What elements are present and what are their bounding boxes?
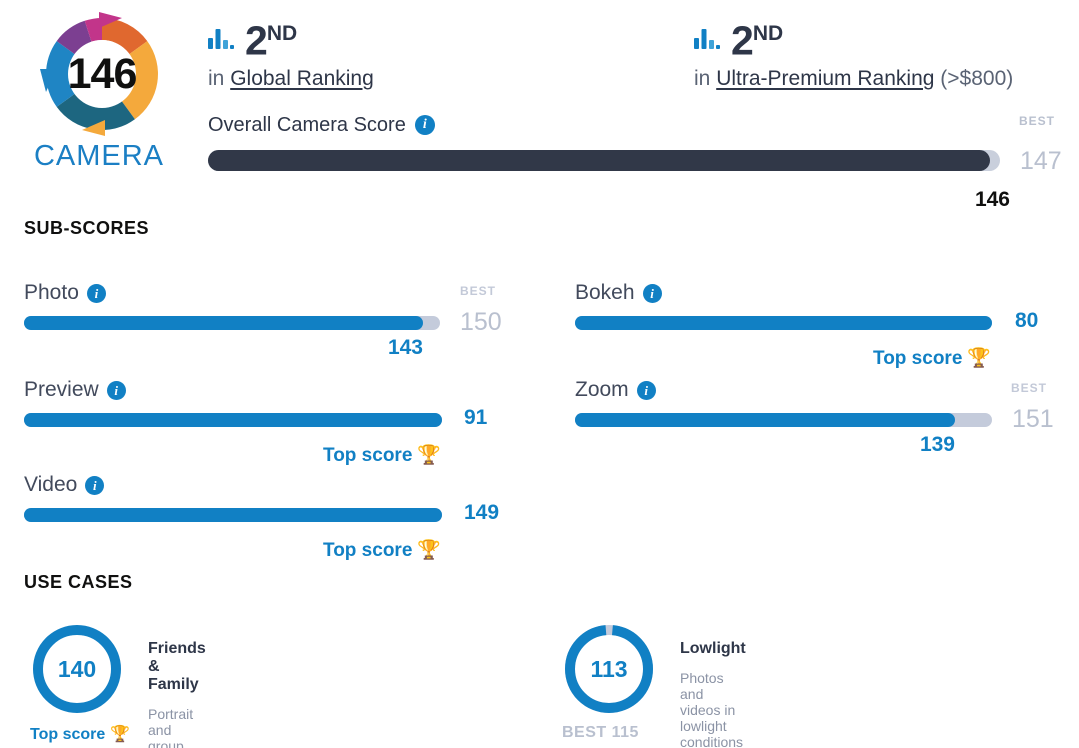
- ranking-subtitle: in Global Ranking: [208, 67, 374, 91]
- camera-score-badge: 146 CAMERA: [8, 4, 190, 182]
- subscore-value: 149: [464, 501, 500, 524]
- bar-chart-icon: [208, 29, 234, 49]
- info-icon[interactable]: i: [636, 380, 656, 400]
- overall-best-value: 147: [1020, 147, 1062, 175]
- subscore-label: Photo: [24, 281, 79, 304]
- subscore-label: Zoom: [575, 378, 629, 401]
- badge-caption: CAMERA: [33, 140, 165, 172]
- usecase-footer-top-score: Top score 🏆: [30, 724, 190, 744]
- ranking-ordinal: ND: [266, 22, 298, 45]
- subscore-best-value: 151: [1012, 405, 1054, 433]
- dxomark-camera-scorecard: 146 CAMERA 2ND in Global Ranking 2ND in …: [0, 0, 1079, 748]
- info-icon[interactable]: i: [85, 475, 105, 495]
- subscore-photo: Photo i BEST 150 143: [24, 280, 504, 359]
- info-icon[interactable]: i: [414, 115, 435, 135]
- trophy-icon: 🏆: [417, 540, 442, 561]
- ranking-ultra-premium: 2ND in Ultra-Premium Ranking (>$800): [694, 12, 1013, 91]
- usecase-title: Lowlight: [680, 640, 746, 657]
- usecase-donut: 113: [562, 622, 656, 716]
- subscore-track: [575, 316, 992, 330]
- ranking-prefix: in: [694, 67, 711, 90]
- trophy-icon: 🏆: [417, 445, 442, 466]
- subscore-best-value: 150: [460, 308, 502, 336]
- subscore-label: Bokeh: [575, 281, 635, 304]
- subscore-fill: [24, 413, 442, 427]
- overall-score-value: 146: [974, 188, 1010, 211]
- subscore-zoom: Zoom i BEST 151 139: [575, 377, 1055, 456]
- info-icon[interactable]: i: [86, 283, 106, 303]
- subscore-fill: [575, 316, 992, 330]
- ranking-position: 2ND: [245, 17, 298, 64]
- trophy-icon: 🏆: [110, 726, 131, 743]
- ranking-global: 2ND in Global Ranking: [208, 12, 374, 91]
- info-icon[interactable]: i: [642, 283, 662, 303]
- top-score-label: Top score: [873, 348, 963, 369]
- ranking-prefix: in: [208, 67, 225, 90]
- ranking-subtitle: in Ultra-Premium Ranking (>$800): [694, 67, 1013, 91]
- ranking-position: 2ND: [731, 17, 784, 64]
- subscore-fill: [24, 316, 423, 330]
- overall-score-track: [208, 150, 1000, 171]
- usecase-lowlight: 113 Lowlight Photos and videos in lowlig…: [562, 622, 746, 748]
- top-score-label: Top score: [30, 726, 106, 743]
- subscore-value: 139: [919, 433, 955, 456]
- ranking-price-range: (>$800): [940, 67, 1014, 90]
- usecase-footer-best: BEST 115: [562, 724, 639, 741]
- usecase-friends-family: 140 Friends & Family Portrait and group …: [30, 622, 206, 748]
- subscore-fill: [24, 508, 442, 522]
- top-score-label: Top score: [323, 445, 413, 466]
- overall-best-label: BEST: [1018, 114, 1055, 128]
- subscore-value: 143: [387, 336, 423, 359]
- usecase-donut: 140: [30, 622, 124, 716]
- top-score-badge: Top score 🏆: [873, 346, 991, 370]
- top-score-badge: Top score 🏆: [323, 443, 441, 467]
- sub-scores-heading: SUB-SCORES: [24, 218, 150, 238]
- subscore-track: [24, 508, 442, 522]
- badge-score-value: 146: [67, 49, 138, 98]
- top-score-badge: Top score 🏆: [323, 538, 441, 562]
- subscore-value: 91: [464, 406, 488, 429]
- usecase-title: Friends & Family: [148, 640, 206, 693]
- subscore-preview: Preview i 91 Top score 🏆: [24, 377, 504, 466]
- overall-score-fill: [208, 150, 990, 171]
- subscore-value: 80: [1015, 309, 1039, 332]
- subscore-bokeh: Bokeh i 80 Top score 🏆: [575, 280, 1055, 369]
- subscore-label: Video: [24, 473, 78, 496]
- bar-chart-icon: [694, 29, 720, 49]
- usecase-value: 113: [590, 655, 628, 682]
- subscore-video: Video i 149 Top score 🏆: [24, 472, 504, 561]
- ranking-ordinal: ND: [752, 22, 784, 45]
- subscore-best-label: BEST: [460, 284, 497, 298]
- ranking-link-ultra-premium[interactable]: Ultra-Premium Ranking: [716, 67, 934, 90]
- ranking-link-global[interactable]: Global Ranking: [230, 67, 374, 90]
- subscore-label: Preview: [24, 378, 99, 401]
- trophy-icon: 🏆: [967, 348, 992, 369]
- subscore-track: [24, 316, 440, 330]
- subscore-best-label: BEST: [1011, 381, 1048, 395]
- overall-score-label: Overall Camera Score: [208, 113, 406, 136]
- overall-camera-score: Overall Camera Score i BEST 147 146: [208, 112, 1079, 211]
- top-score-label: Top score: [323, 540, 413, 561]
- info-icon[interactable]: i: [106, 380, 126, 400]
- subscore-track: [575, 413, 992, 427]
- subscore-track: [24, 413, 442, 427]
- subscore-fill: [575, 413, 955, 427]
- usecase-value: 140: [57, 655, 97, 682]
- use-cases-heading: USE CASES: [24, 572, 133, 592]
